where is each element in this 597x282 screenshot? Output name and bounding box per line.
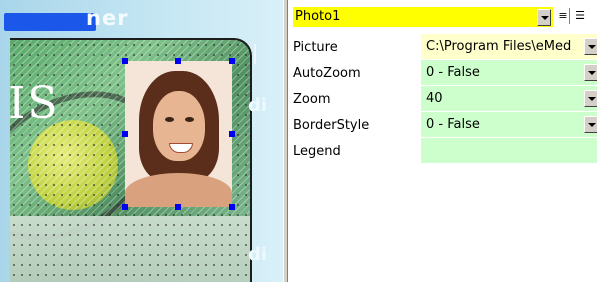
property-row-legend[interactable]: Legend (288, 138, 597, 164)
alphabetical-icon[interactable]: ☰ (573, 8, 587, 24)
property-value-legend[interactable] (421, 138, 597, 163)
portrait-eye (165, 117, 174, 122)
borderstyle-dropdown-button[interactable] (584, 116, 597, 133)
object-selector[interactable]: Photo1 (293, 7, 553, 27)
autozoom-dropdown-button[interactable] (584, 64, 597, 81)
property-grid: Photo1 ≡ ☰ Picture C:\Program Files\eMed… (288, 0, 597, 282)
property-value-text: 40 (426, 91, 443, 106)
card-big-text: IS (8, 78, 60, 129)
header-text: ner (86, 6, 129, 30)
property-row-picture[interactable]: Picture C:\Program Files\eMed (288, 34, 597, 60)
zoom-dropdown-button[interactable] (584, 90, 597, 107)
property-value-text: 0 - False (426, 117, 480, 132)
categorized-icon[interactable]: ≡ (556, 8, 570, 24)
property-value-autozoom[interactable]: 0 - False (421, 60, 597, 85)
side-text-top: di (248, 95, 268, 116)
property-row-autozoom[interactable]: AutoZoom 0 - False (288, 60, 597, 86)
resize-handle-n[interactable] (175, 58, 181, 64)
property-value-text: 0 - False (426, 65, 480, 80)
portrait-eye (185, 117, 194, 122)
resize-handle-e[interactable] (229, 131, 235, 137)
resize-handle-ne[interactable] (229, 58, 235, 64)
property-name: Picture (293, 40, 338, 55)
property-value-borderstyle[interactable]: 0 - False (421, 112, 597, 137)
resize-handle-sw[interactable] (122, 204, 128, 210)
property-name: BorderStyle (293, 118, 370, 133)
property-value-picture[interactable]: C:\Program Files\eMed (421, 34, 597, 59)
property-name: AutoZoom (293, 66, 361, 81)
side-text-bottom: di (248, 244, 268, 265)
property-row-borderstyle[interactable]: BorderStyle 0 - False (288, 112, 597, 138)
resize-handle-w[interactable] (122, 131, 128, 137)
photo1-control[interactable] (125, 61, 232, 207)
property-row-zoom[interactable]: Zoom 40 (288, 86, 597, 112)
property-name: Zoom (293, 92, 331, 107)
blue-header-tab (4, 13, 96, 31)
resize-handle-s[interactable] (175, 204, 181, 210)
property-value-zoom[interactable]: 40 (421, 86, 597, 111)
property-name: Legend (293, 144, 341, 159)
resize-handle-se[interactable] (229, 204, 235, 210)
portrait-shoulders (125, 173, 232, 207)
property-value-text (421, 143, 426, 158)
object-selector-dropdown-button[interactable] (537, 9, 551, 26)
resize-handle-nw[interactable] (122, 58, 128, 64)
property-value-text: C:\Program Files\eMed (426, 39, 572, 54)
picture-dropdown-button[interactable] (584, 38, 597, 55)
object-selector-value: Photo1 (295, 9, 341, 24)
design-canvas[interactable]: ner IS di di (0, 0, 283, 282)
